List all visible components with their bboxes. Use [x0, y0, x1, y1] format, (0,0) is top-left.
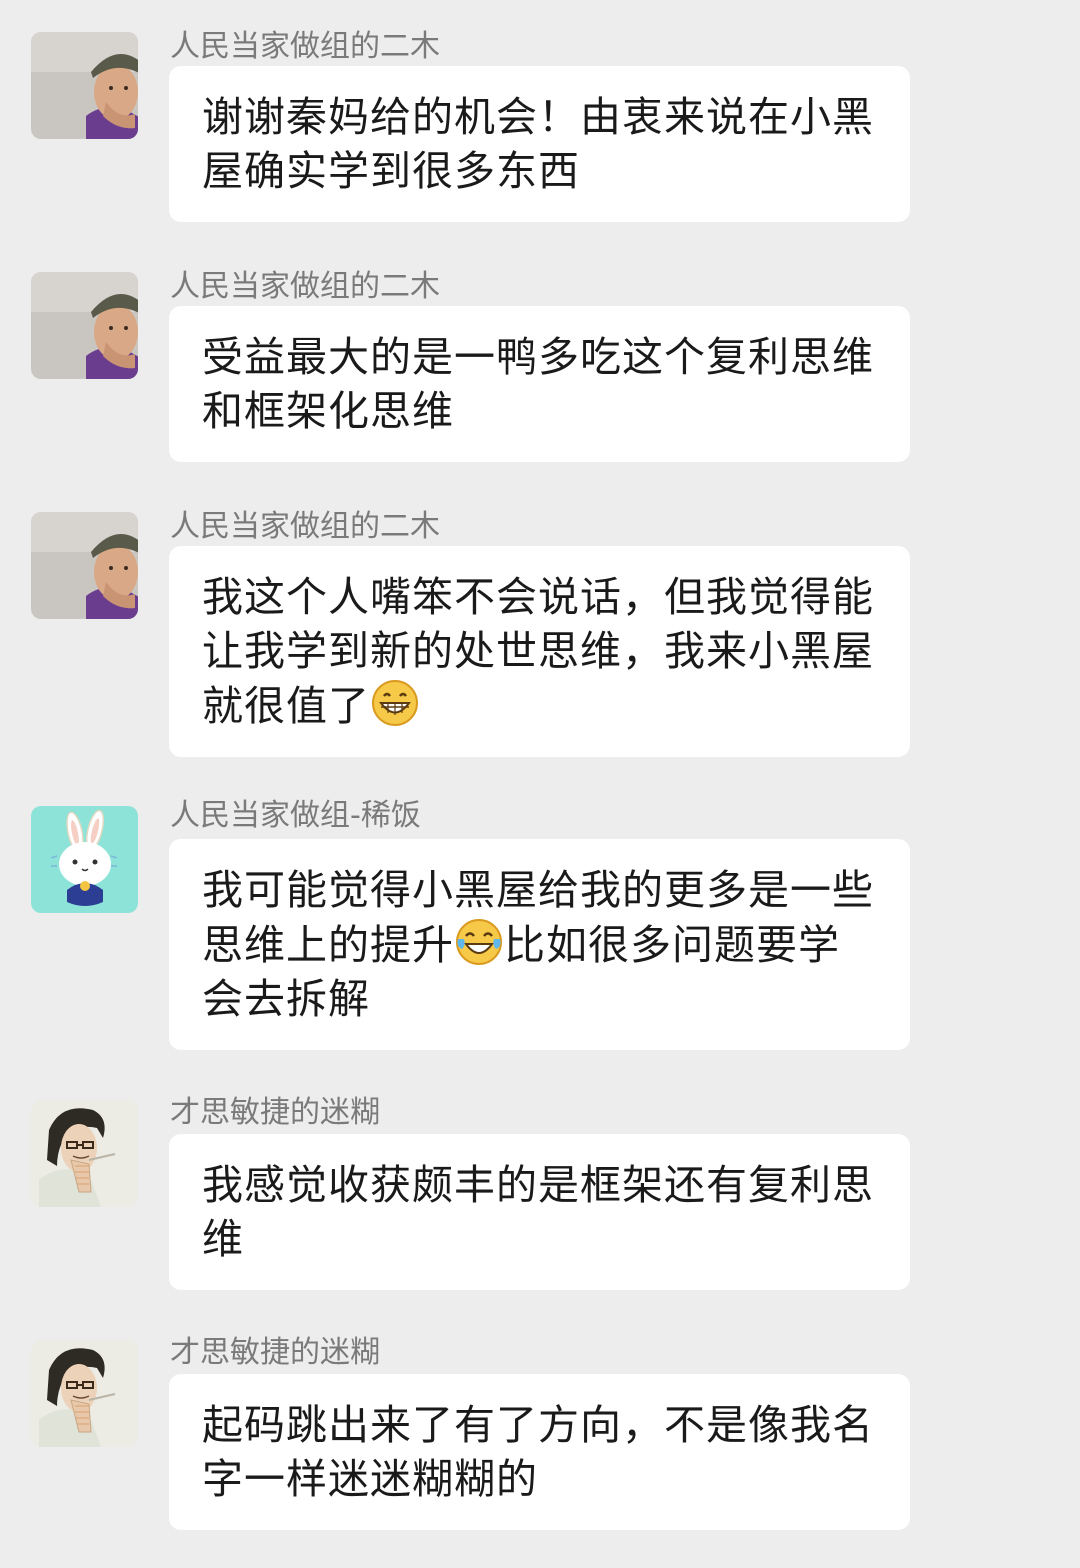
bunny-avatar-icon[interactable] — [31, 806, 138, 913]
sender-name: 人民当家做组的二木 — [170, 269, 440, 304]
message-bubble[interactable]: 起码跳出来了有了方向，不是像我名字一样迷迷糊糊的 — [169, 1374, 910, 1530]
sender-name: 人民当家做组-稀饭 — [170, 798, 421, 833]
message-text-segment: 我这个人嘴笨不会说话，但我觉得能让我学到新的处世思维，我来小黑屋就很值了 — [202, 573, 874, 730]
message-text: 我这个人嘴笨不会说话，但我觉得能让我学到新的处世思维，我来小黑屋就很值了 — [202, 570, 880, 733]
message-bubble[interactable]: 谢谢秦妈给的机会！由衷来说在小黑屋确实学到很多东西 — [169, 66, 910, 222]
message-text: 我感觉收获颇丰的是框架还有复利思维 — [202, 1161, 874, 1263]
sender-name: 人民当家做组的二木 — [170, 509, 440, 544]
message-text: 受益最大的是一鸭多吃这个复利思维和框架化思维 — [202, 333, 874, 435]
sender-name: 才思敏捷的迷糊 — [170, 1095, 380, 1130]
grinning-face-emoji-icon — [370, 678, 420, 728]
message-bubble[interactable]: 我可能觉得小黑屋给我的更多是一些思维上的提升 比如很多问题要学会去拆解 — [169, 839, 910, 1050]
man-with-cap-avatar-icon[interactable] — [31, 512, 138, 619]
message-text: 谢谢秦妈给的机会！由衷来说在小黑屋确实学到很多东西 — [202, 93, 874, 195]
message-bubble[interactable]: 我感觉收获颇丰的是框架还有复利思维 — [169, 1134, 910, 1290]
sender-name: 才思敏捷的迷糊 — [170, 1335, 380, 1370]
message-text: 起码跳出来了有了方向，不是像我名字一样迷迷糊糊的 — [202, 1401, 874, 1503]
tears-of-joy-emoji-icon — [454, 917, 504, 967]
message-text: 我可能觉得小黑屋给我的更多是一些思维上的提升 比如很多问题要学会去拆解 — [202, 863, 880, 1026]
man-with-glasses-avatar-icon[interactable] — [31, 1100, 138, 1207]
man-with-cap-avatar-icon[interactable] — [31, 32, 138, 139]
man-with-glasses-avatar-icon[interactable] — [31, 1340, 138, 1447]
message-bubble[interactable]: 我这个人嘴笨不会说话，但我觉得能让我学到新的处世思维，我来小黑屋就很值了 — [169, 546, 910, 757]
message-bubble[interactable]: 受益最大的是一鸭多吃这个复利思维和框架化思维 — [169, 306, 910, 462]
sender-name: 人民当家做组的二木 — [170, 29, 440, 64]
man-with-cap-avatar-icon[interactable] — [31, 272, 138, 379]
